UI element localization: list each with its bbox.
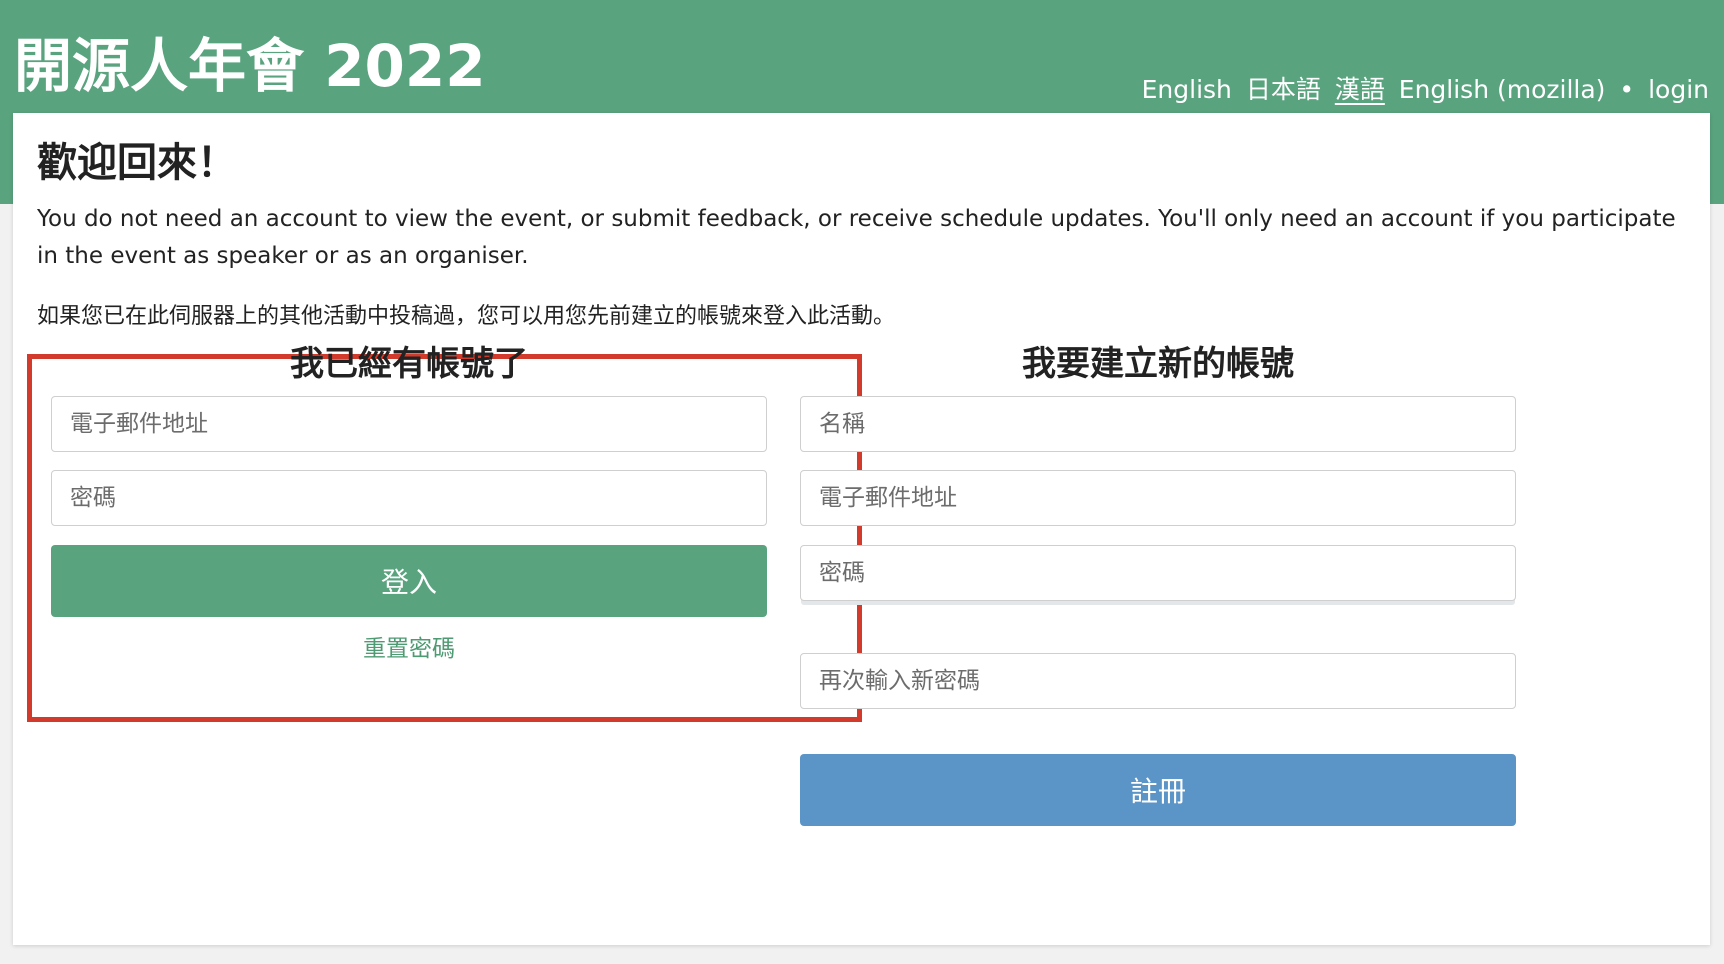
login-password-input[interactable] xyxy=(51,470,767,526)
login-link[interactable]: login xyxy=(1648,75,1709,104)
login-email-input[interactable] xyxy=(51,396,767,452)
lang-link-japanese[interactable]: 日本語 xyxy=(1246,75,1321,104)
lang-link-english[interactable]: English xyxy=(1142,75,1232,104)
welcome-title: 歡迎回來！ xyxy=(37,140,237,186)
language-nav: English 日本語 漢語 English (mozilla) • login xyxy=(1136,72,1709,108)
auth-card: 歡迎回來！ You do not need an account to view… xyxy=(13,113,1710,945)
register-section-title: 我要建立新的帳號 xyxy=(1022,344,1294,384)
register-password-repeat-input[interactable] xyxy=(800,653,1516,709)
reset-password-link[interactable]: 重置密碼 xyxy=(51,633,767,665)
intro-text-chinese: 如果您已在此伺服器上的其他活動中投稿過，您可以用您先前建立的帳號來登入此活動。 xyxy=(37,304,896,329)
login-section-title: 我已經有帳號了 xyxy=(290,344,528,384)
nav-bullet-separator: • xyxy=(1619,75,1635,104)
register-password-input[interactable] xyxy=(800,545,1516,601)
register-email-input[interactable] xyxy=(800,470,1516,526)
register-name-input[interactable] xyxy=(800,396,1516,452)
login-button[interactable]: 登入 xyxy=(51,545,767,617)
lang-link-chinese-active[interactable]: 漢語 xyxy=(1335,75,1385,104)
register-button[interactable]: 註冊 xyxy=(800,754,1516,826)
intro-text-english: You do not need an account to view the e… xyxy=(37,206,1676,269)
site-title[interactable]: 開源人年會 2022 xyxy=(14,28,486,104)
lang-link-english-mozilla[interactable]: English (mozilla) xyxy=(1399,75,1606,104)
